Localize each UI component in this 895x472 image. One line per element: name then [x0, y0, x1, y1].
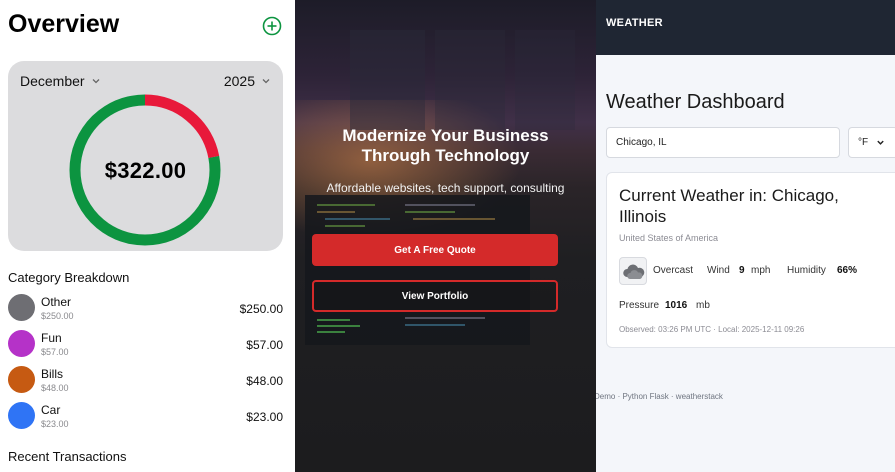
- pressure-unit: mb: [696, 300, 710, 311]
- category-name: Other: [41, 295, 72, 309]
- chevron-down-icon: [877, 140, 884, 145]
- chevron-down-icon: [92, 79, 100, 84]
- year-picker[interactable]: 2025: [224, 73, 271, 89]
- humidity-value: 66%: [837, 265, 858, 276]
- navbar: WEATHER: [596, 0, 895, 55]
- observed-time: Observed: 03:26 PM UTC · Local: 2025-12-…: [619, 325, 805, 334]
- condition-text: Overcast: [653, 265, 694, 276]
- category-color-dot: [8, 330, 35, 357]
- month-label: December: [20, 73, 85, 89]
- category-amount: $57.00: [246, 338, 283, 352]
- chevron-down-icon: [262, 79, 270, 84]
- unit-select-value: °F: [858, 137, 869, 148]
- category-name: Fun: [41, 331, 62, 345]
- pressure-label: Pressure: [619, 300, 660, 311]
- hero-panel: Modernize Your Business Through Technolo…: [295, 0, 596, 472]
- spending-summary-card: December 2025 $322.00: [8, 61, 283, 251]
- category-subtotal: $48.00: [41, 383, 69, 393]
- weather-icon-frame: [619, 257, 647, 285]
- navbar-brand[interactable]: WEATHER: [606, 17, 663, 29]
- category-color-dot: [8, 366, 35, 393]
- footer-text: Demo · Python Flask · weatherstack: [596, 392, 723, 401]
- total-amount: $322.00: [104, 158, 187, 183]
- page-title: Weather Dashboard: [606, 91, 785, 113]
- category-list: Other $250.00 $250.00 Fun $57.00 $57.00 …: [8, 292, 283, 436]
- wind-value: 9: [739, 265, 745, 276]
- view-portfolio-button[interactable]: View Portfolio: [312, 280, 558, 312]
- hero-headline-line-1: Modernize Your Business: [342, 126, 549, 145]
- list-item[interactable]: Other $250.00 $250.00: [8, 292, 283, 328]
- list-item[interactable]: Car $23.00 $23.00: [8, 400, 283, 436]
- weather-panel: WEATHER Weather Dashboard Chicago, IL °F…: [596, 0, 895, 472]
- current-weather-card: Current Weather in: Chicago, Illinois Un…: [606, 172, 895, 348]
- category-amount: $48.00: [246, 374, 283, 388]
- category-color-dot: [8, 402, 35, 429]
- location-input[interactable]: Chicago, IL: [606, 127, 840, 158]
- category-name: Car: [41, 403, 61, 417]
- location-input-value: Chicago, IL: [616, 137, 667, 148]
- category-subtotal: $250.00: [41, 311, 74, 321]
- pressure-value: 1016: [665, 300, 688, 311]
- get-free-quote-button[interactable]: Get A Free Quote: [312, 234, 558, 266]
- current-weather-title: Current Weather in: Chicago, Illinois: [619, 186, 839, 226]
- add-icon[interactable]: [262, 16, 282, 36]
- hero-headline-line-2: Through Technology: [361, 146, 530, 165]
- cloud-icon: [623, 264, 645, 279]
- recent-transactions-heading: Recent Transactions: [8, 449, 127, 464]
- month-picker[interactable]: December: [20, 73, 101, 89]
- page-title: Overview: [8, 10, 120, 38]
- list-item[interactable]: Fun $57.00 $57.00: [8, 328, 283, 364]
- wind-label: Wind: [707, 265, 730, 276]
- unit-select[interactable]: °F: [848, 127, 895, 158]
- hero-subheading: Affordable websites, tech support, consu…: [326, 181, 565, 195]
- overview-panel: Overview December 2025 $322.00 Category …: [0, 0, 295, 472]
- category-color-dot: [8, 294, 35, 321]
- category-name: Bills: [41, 367, 64, 381]
- category-breakdown-heading: Category Breakdown: [8, 270, 130, 285]
- humidity-label: Humidity: [787, 265, 826, 276]
- wind-unit: mph: [751, 265, 771, 276]
- hero-headline: Modernize Your Business Through Technolo…: [295, 126, 596, 166]
- category-amount: $250.00: [239, 302, 283, 316]
- country-label: United States of America: [619, 233, 719, 243]
- category-subtotal: $57.00: [41, 347, 69, 357]
- category-amount: $23.00: [246, 410, 283, 424]
- list-item[interactable]: Bills $48.00 $48.00: [8, 364, 283, 400]
- year-label: 2025: [223, 73, 255, 89]
- category-subtotal: $23.00: [41, 419, 69, 429]
